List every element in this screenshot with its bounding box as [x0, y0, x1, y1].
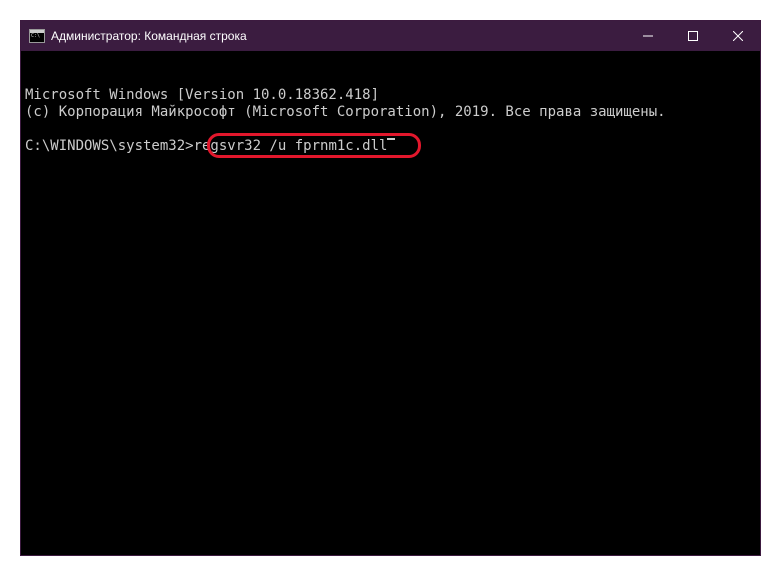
window-title: Администратор: Командная строка [51, 29, 625, 43]
terminal-content[interactable]: Microsoft Windows [Version 10.0.18362.41… [21, 51, 760, 555]
terminal-line-version: Microsoft Windows [Version 10.0.18362.41… [25, 87, 756, 104]
close-button[interactable] [715, 21, 760, 51]
titlebar[interactable]: Администратор: Командная строка [21, 21, 760, 51]
terminal-cursor [387, 138, 395, 140]
terminal-blank [25, 121, 756, 138]
terminal-prompt-line: C:\WINDOWS\system32>regsvr32 /u fprnm1c.… [25, 138, 756, 155]
minimize-button[interactable] [625, 21, 670, 51]
terminal-command: regsvr32 /u fprnm1c.dll [194, 138, 388, 155]
window-controls [625, 21, 760, 51]
terminal-line-copyright: (c) Корпорация Майкрософт (Microsoft Cor… [25, 104, 756, 121]
cmd-icon [29, 29, 45, 43]
maximize-button[interactable] [670, 21, 715, 51]
terminal-prompt: C:\WINDOWS\system32> [25, 138, 194, 155]
cmd-window: Администратор: Командная строка Microsof… [20, 20, 761, 556]
